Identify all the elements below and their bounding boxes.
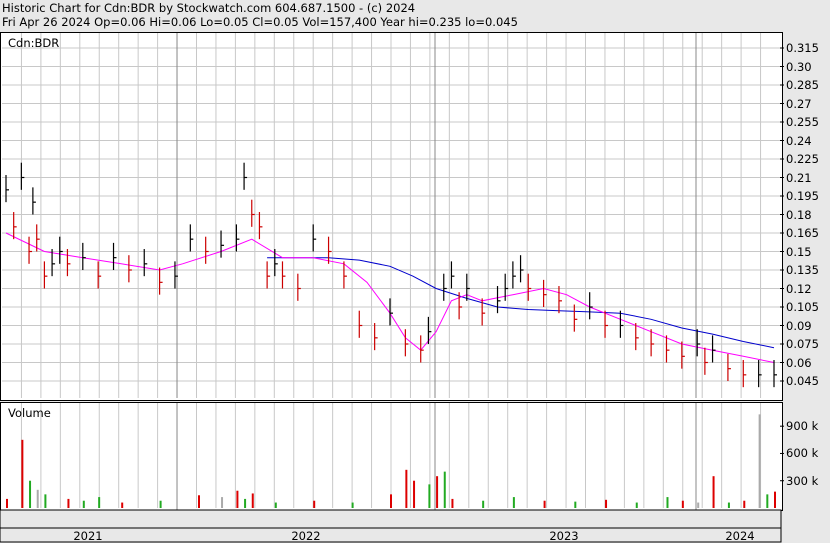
y-tick-label: 0.255	[786, 115, 819, 129]
y-tick-label: 0.105	[786, 300, 819, 314]
y-tick-label: 0.195	[786, 189, 819, 203]
y-tick-label: 0.285	[786, 78, 819, 92]
chart-canvas: Historic Chart for Cdn:BDR by Stockwatch…	[0, 0, 830, 543]
volume-bar	[251, 493, 254, 508]
volume-tick-label: 900 k	[786, 419, 819, 434]
y-tick-label: 0.165	[786, 226, 819, 240]
volume-bar	[67, 498, 70, 508]
volume-panel-label: Volume	[8, 406, 51, 420]
volume-bar	[351, 502, 354, 508]
volume-bar	[221, 497, 224, 508]
volume-bar	[390, 494, 392, 508]
volume-tick-label: 300 k	[786, 473, 819, 488]
volume-bar	[697, 502, 700, 508]
volume-bar	[428, 484, 431, 508]
volume-bar	[29, 480, 32, 508]
y-tick-label: 0.06	[786, 355, 812, 370]
volume-bar	[21, 439, 24, 508]
volume-bar	[413, 480, 416, 508]
volume-bar	[712, 476, 715, 508]
volume-bar	[482, 500, 485, 508]
y-tick-label: 0.12	[786, 281, 812, 296]
volume-tick-label: 600 k	[786, 446, 819, 461]
x-tick-label: 2021	[73, 529, 103, 543]
x-tick-label: 2022	[291, 529, 321, 543]
price-panel-label: Cdn:BDR	[8, 36, 60, 50]
x-axis-band	[0, 509, 782, 543]
volume-bar	[236, 490, 239, 508]
y-tick-label: 0.045	[786, 374, 819, 388]
y-tick-label: 0.09	[786, 318, 812, 333]
x-tick-label: 2024	[725, 529, 755, 543]
volume-bar	[451, 498, 454, 508]
volume-bar	[121, 502, 124, 508]
volume-bar	[6, 498, 8, 508]
y-tick-label: 0.21	[786, 170, 812, 185]
y-tick-label: 0.135	[786, 263, 819, 277]
moving-average-short-line	[5, 232, 775, 363]
x-tick-label: 2023	[549, 529, 579, 543]
y-tick-label: 0.15	[786, 244, 812, 259]
volume-bar	[574, 501, 577, 508]
volume-bar	[666, 497, 669, 508]
volume-bar	[436, 476, 439, 508]
chart-svg	[0, 33, 784, 543]
volume-bar	[681, 500, 684, 508]
volume-bar	[774, 491, 776, 508]
y-tick-label: 0.075	[786, 337, 819, 351]
volume-bar	[244, 498, 247, 508]
volume-bar	[635, 502, 638, 508]
volume-bar	[512, 497, 515, 508]
y-tick-label: 0.30	[786, 59, 812, 74]
volume-bar	[313, 500, 316, 508]
volume-bar	[758, 414, 761, 508]
volume-bar	[36, 489, 39, 508]
y-tick-label: 0.27	[786, 96, 812, 111]
y-tick-label: 0.24	[786, 133, 812, 148]
y-tick-label: 0.18	[786, 207, 812, 222]
volume-bar	[766, 494, 769, 508]
y-tick-label: 0.225	[786, 152, 819, 166]
volume-bar	[543, 500, 546, 508]
volume-bar	[198, 495, 200, 508]
volume-bar	[727, 502, 730, 508]
volume-bar	[443, 471, 446, 508]
volume-bar	[405, 469, 408, 508]
volume-bar	[44, 494, 47, 508]
volume-bar	[274, 502, 277, 508]
y-tick-label: 0.315	[786, 41, 819, 55]
volume-bar	[82, 500, 85, 508]
volume-bar	[743, 500, 746, 508]
volume-bar	[605, 499, 608, 508]
volume-bar	[159, 500, 162, 508]
volume-bar	[98, 497, 101, 508]
